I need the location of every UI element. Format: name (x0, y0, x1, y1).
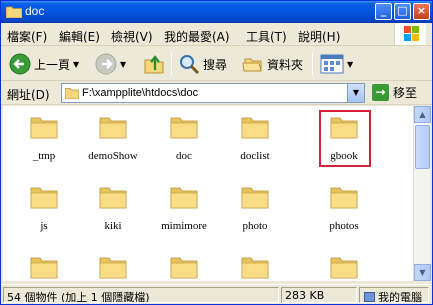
folder-item-partial[interactable] (148, 254, 220, 281)
folder-item[interactable]: doclist (219, 114, 291, 174)
address-label: 網址(D) (7, 88, 50, 102)
menu-file[interactable]: 檔案(F) (7, 28, 47, 45)
vertical-scrollbar[interactable]: ▲ ▼ (413, 106, 431, 281)
folder-icon (241, 257, 269, 279)
folder-label: photo (242, 220, 268, 232)
toolbar: 上一頁 ▼ ▼ 搜尋 資料夾 ▼ (1, 47, 432, 81)
folder-item[interactable]: photo (219, 184, 291, 244)
folder-item[interactable]: doc (148, 114, 220, 174)
title-bar[interactable]: doc _ □ × (1, 1, 432, 23)
folder-icon (30, 117, 58, 139)
folder-icon (99, 257, 127, 279)
folder-icon (99, 117, 127, 139)
search-label: 搜尋 (203, 57, 228, 72)
folder-label: doc (176, 150, 192, 162)
menu-edit[interactable]: 編輯(E) (59, 28, 100, 45)
folder-icon (170, 187, 198, 209)
scroll-up-button[interactable]: ▲ (414, 106, 431, 123)
folder-icon (65, 88, 79, 99)
menu-help[interactable]: 說明(H) (298, 28, 340, 45)
folder-icon (30, 257, 58, 279)
folder-item-partial[interactable] (308, 254, 380, 281)
back-button[interactable]: 上一頁 ▼ (9, 52, 79, 76)
toolbar-separator (171, 53, 172, 75)
folder-item[interactable]: mimimore (148, 184, 220, 244)
up-folder-button[interactable] (143, 52, 165, 76)
folder-label: doclist (240, 150, 270, 162)
go-button[interactable]: → 移至 (372, 84, 417, 101)
folder-label: mimimore (161, 220, 207, 232)
folder-item-partial[interactable] (219, 254, 291, 281)
address-dropdown-button[interactable]: ▼ (347, 84, 364, 102)
folder-item-partial[interactable] (77, 254, 149, 281)
chevron-down-icon[interactable]: ▼ (73, 60, 79, 69)
scroll-down-button[interactable]: ▼ (414, 264, 431, 281)
menu-bar: 檔案(F) 編輯(E) 檢視(V) 我的最愛(A) 工具(T) 說明(H) (1, 23, 432, 46)
folder-item[interactable]: kiki (77, 184, 149, 244)
go-arrow-icon: → (372, 84, 389, 101)
folder-label: demoShow (88, 150, 138, 162)
folders-label: 資料夾 (267, 57, 304, 72)
folder-item[interactable]: _tmp (8, 114, 80, 174)
folder-label: _tmp (32, 150, 56, 162)
folder-icon (99, 187, 127, 209)
status-bar: 54 個物件 (加上 1 個隱藏檔) 283 KB 我的電腦 (1, 284, 432, 304)
folder-item[interactable]: js (8, 184, 80, 244)
views-button[interactable]: ▼ (320, 52, 353, 76)
folder-item[interactable]: demoShow (77, 114, 149, 174)
scroll-thumb[interactable] (415, 125, 430, 169)
folder-label: js (40, 220, 48, 232)
folder-item[interactable]: gbook (308, 114, 380, 174)
folder-icon (170, 257, 198, 279)
folder-icon (170, 117, 198, 139)
chevron-down-icon[interactable]: ▼ (120, 60, 126, 69)
close-button[interactable]: × (413, 3, 430, 20)
search-button[interactable]: 搜尋 (178, 52, 227, 76)
up-folder-icon (144, 55, 164, 74)
forward-button[interactable]: ▼ (95, 52, 126, 76)
menu-favorites[interactable]: 我的最愛(A) (164, 28, 230, 45)
address-path: F:\xampplite\htdocs\doc (82, 87, 199, 99)
minimize-button[interactable]: _ (375, 3, 392, 20)
file-list[interactable]: _tmp demoShow doc doclist gbook js kiki mimimor… (3, 106, 413, 281)
folder-item[interactable]: photos (308, 184, 380, 244)
views-icon (320, 54, 344, 74)
forward-arrow-icon (95, 53, 117, 75)
status-size: 283 KB (281, 287, 357, 303)
address-input[interactable]: F:\xampplite\htdocs\doc ▼ (61, 83, 365, 103)
folder-icon (241, 117, 269, 139)
toolbar-separator (312, 53, 313, 75)
folder-item-partial[interactable] (8, 254, 80, 281)
folder-icon (6, 6, 22, 18)
status-object-count: 54 個物件 (加上 1 個隱藏檔) (3, 287, 279, 303)
maximize-button[interactable]: □ (394, 3, 411, 20)
chevron-down-icon[interactable]: ▼ (347, 60, 353, 69)
status-location: 我的電腦 (359, 287, 429, 303)
folders-button[interactable]: 資料夾 (242, 52, 303, 76)
window-title: doc (25, 4, 45, 18)
folder-icon (330, 117, 358, 139)
folder-label: gbook (330, 150, 358, 162)
folder-label: kiki (104, 220, 122, 232)
folder-icon (330, 187, 358, 209)
explorer-window: doc _ □ × 檔案(F) 編輯(E) 檢視(V) 我的最愛(A) 工具(T… (0, 0, 433, 305)
menu-view[interactable]: 檢視(V) (111, 28, 153, 45)
folders-icon (242, 58, 262, 72)
status-location-label: 我的電腦 (378, 291, 422, 303)
folder-icon (30, 187, 58, 209)
windows-logo-icon (394, 23, 426, 45)
search-icon (180, 55, 200, 75)
back-arrow-icon (9, 53, 31, 75)
folder-icon (241, 187, 269, 209)
folder-label: photos (329, 220, 359, 232)
folder-icon (330, 257, 358, 279)
address-bar: 網址(D) F:\xampplite\htdocs\doc ▼ → 移至 (1, 81, 432, 105)
go-label: 移至 (393, 86, 418, 100)
menu-tools[interactable]: 工具(T) (246, 28, 287, 45)
computer-icon (364, 292, 375, 302)
back-label: 上一頁 (34, 57, 71, 72)
